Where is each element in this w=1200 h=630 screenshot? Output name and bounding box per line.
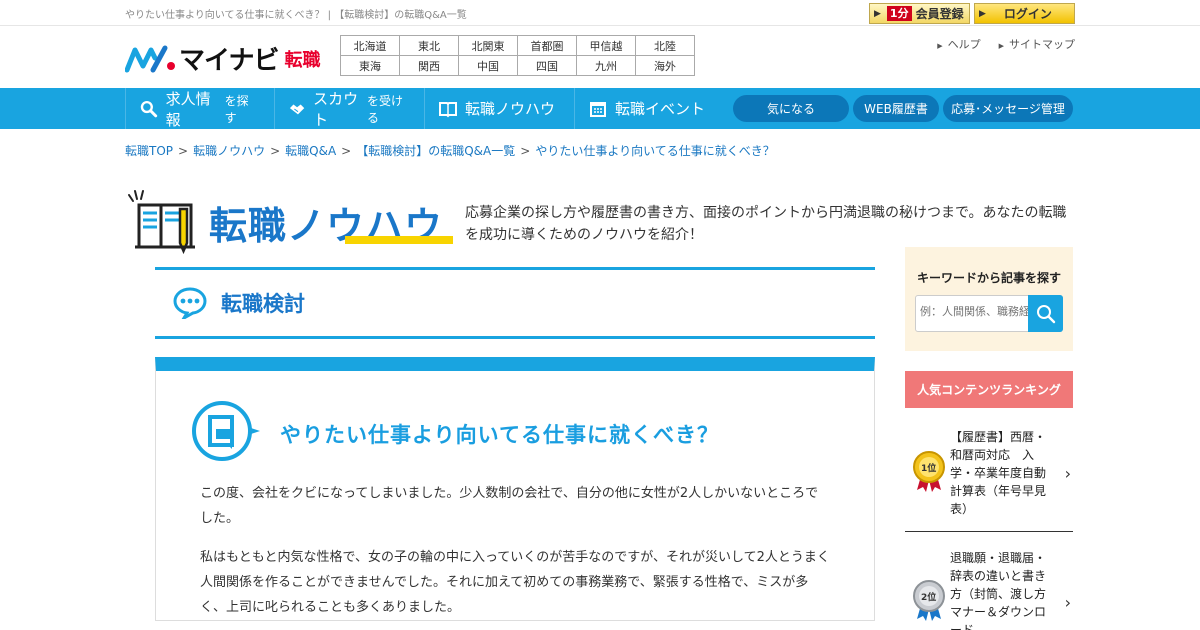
breadcrumb-link[interactable]: 転職Q&A	[285, 144, 336, 158]
login-button[interactable]: ▶ ログイン	[974, 3, 1075, 24]
search-icon	[140, 100, 158, 117]
page-description: やりたい仕事より向いてる仕事に就くべき？ | 【転職検討】の転職Q&A一覧	[125, 10, 467, 21]
login-label: ログイン	[1003, 7, 1052, 21]
search-title: キーワードから記事を探す	[916, 271, 1061, 285]
triangle-right-icon: ▶	[937, 42, 943, 50]
region-link[interactable]: 北海道	[340, 35, 400, 56]
triangle-right-icon: ▶	[998, 42, 1004, 50]
web-resume-button[interactable]: WEB履歴書	[853, 95, 939, 122]
ranking-text: 【履歴書】西暦・和暦両対応 入学・卒業年度自動計算表（年号早見表）	[950, 430, 1047, 516]
body-paragraph: この度、会社をクビになってしまいました。少人数制の会社で、自分の他に女性が2人し…	[200, 486, 819, 526]
application-manage-button[interactable]: 応募･メッセージ管理	[943, 95, 1073, 122]
ranking-item[interactable]: 2位 退職願・退職届・辞表の違いと書き方（封筒、渡し方マナー＆ダウンロード ›	[905, 545, 1073, 630]
nav-label-small: を探す	[224, 93, 249, 125]
region-link[interactable]: 関西	[399, 55, 459, 76]
nav-label-small: を受ける	[366, 93, 403, 125]
help-label: ヘルプ	[947, 38, 981, 51]
region-link[interactable]: 海外	[635, 55, 695, 76]
breadcrumb-link[interactable]: 転職TOP	[125, 144, 173, 158]
question-document-icon	[192, 401, 260, 461]
nav-label: 転職イベント	[615, 100, 706, 118]
breadcrumb: 転職TOP > 転職ノウハウ > 転職Q&A > 【転職検討】の転職Q&A一覧 > やりたい仕事…	[125, 142, 1075, 159]
region-link[interactable]: 北関東	[458, 35, 518, 56]
ranking-item[interactable]: 1位 【履歴書】西暦・和暦両対応 入学・卒業年度自動計算表（年号早見表） ›	[905, 424, 1073, 524]
region-link[interactable]: 東海	[340, 55, 400, 76]
register-button[interactable]: ▶ 1分 会員登録	[869, 3, 970, 24]
rank-number: 2位	[921, 593, 937, 603]
region-link[interactable]: 九州	[576, 55, 636, 76]
question-article: やりたい仕事より向いてる仕事に就くべき？ この度、会社をクビになってしまいました…	[155, 357, 875, 621]
breadcrumb-separator: >	[520, 144, 531, 158]
question-title: やりたい仕事より向いてる仕事に就くべき？	[280, 423, 719, 447]
region-link[interactable]: 四国	[517, 55, 577, 76]
breadcrumb-separator: >	[178, 144, 189, 158]
help-link[interactable]: ▶ ヘルプ	[937, 36, 980, 52]
calendar-icon	[590, 101, 606, 117]
region-link[interactable]: 首都圏	[517, 35, 577, 56]
sitemap-label: サイトマップ	[1009, 38, 1075, 51]
title-underline-icon	[345, 236, 453, 244]
region-table: 北海道 東北 北関東 首都圏 甲信越 北陸 東海 関西 中国 四国 九州 海外	[340, 35, 695, 76]
top-strip: やりたい仕事より向いてる仕事に就くべき？ | 【転職検討】の転職Q&A一覧 ▶ …	[0, 0, 1200, 26]
region-link[interactable]: 北陸	[635, 35, 695, 56]
logo-brand: マイナビ	[179, 46, 279, 76]
region-link[interactable]: 東北	[399, 35, 459, 56]
search-button[interactable]	[1028, 295, 1063, 332]
chevron-right-icon: ▶	[874, 8, 881, 19]
breadcrumb-current[interactable]: やりたい仕事より向いてる仕事に就くべき？	[535, 144, 774, 158]
body-paragraph: 私はもともと内気な性格で、女の子の輪の中に入っていくのが苦手なのですが、それが災…	[200, 550, 830, 615]
ranking-divider	[905, 531, 1073, 532]
category-name: 転職検討	[221, 292, 305, 316]
book-icon	[439, 101, 457, 117]
nav-scout[interactable]: スカウト を受ける	[274, 88, 424, 129]
category-header: 転職検討	[155, 267, 875, 339]
nav-label: スカウト	[313, 89, 359, 129]
rank-number: 1位	[921, 464, 937, 474]
nav-label: 転職ノウハウ	[465, 100, 556, 118]
open-book-pencil-icon	[128, 190, 195, 255]
chevron-right-icon: ›	[1064, 593, 1071, 612]
mynavi-logo[interactable]: マイナビ 転職	[125, 40, 320, 77]
breadcrumb-separator: >	[341, 144, 352, 158]
chevron-right-icon: ›	[1064, 464, 1071, 483]
sitemap-link[interactable]: ▶ サイトマップ	[999, 36, 1075, 52]
nav-knowhow[interactable]: 転職ノウハウ	[424, 88, 574, 129]
search-field	[915, 295, 1063, 332]
register-label: 会員登録	[915, 7, 964, 21]
breadcrumb-link[interactable]: 【転職検討】の転職Q&A一覧	[356, 144, 515, 158]
global-nav: 求人情報 を探す スカウト を受ける 転職ノウハウ 転職イベント 気になる WEB履…	[0, 88, 1200, 129]
site-header: マイナビ 転職 北海道 東北 北関東 首都圏 甲信越 北陸 東海 関西 中国 四…	[0, 26, 1200, 88]
question-body: この度、会社をクビになってしまいました。少人数制の会社で、自分の他に女性が2人し…	[200, 481, 830, 630]
member-badge: 1分	[886, 6, 912, 21]
nav-job-search[interactable]: 求人情報 を探す	[125, 88, 274, 129]
keyword-search-panel: キーワードから記事を探す	[905, 247, 1073, 351]
region-link[interactable]: 甲信越	[576, 35, 636, 56]
favorites-button[interactable]: 気になる	[733, 95, 849, 122]
breadcrumb-separator: >	[270, 144, 281, 158]
ranking-header: 人気コンテンツランキング	[905, 371, 1073, 408]
breadcrumb-link[interactable]: 転職ノウハウ	[193, 144, 265, 158]
speech-bubble-icon	[173, 287, 207, 319]
nav-label: 求人情報	[165, 89, 211, 129]
logo-mark-icon	[125, 45, 175, 72]
region-link[interactable]: 中国	[458, 55, 518, 76]
logo-tenshoku: 転職	[284, 49, 321, 71]
search-input[interactable]	[920, 305, 1030, 318]
section-header: 転職ノウハウ 応募企業の探し方や履歴書の書き方、面接のポイントから円満退職の秘け…	[125, 159, 1075, 259]
ranking-text: 退職願・退職届・辞表の違いと書き方（封筒、渡し方マナー＆ダウンロード	[950, 551, 1047, 630]
search-icon	[1036, 304, 1055, 323]
chevron-right-icon: ▶	[979, 8, 986, 19]
nav-event[interactable]: 転職イベント	[574, 88, 725, 129]
section-lead: 応募企業の探し方や履歴書の書き方、面接のポイントから円満退職の秘けつまで。あなた…	[465, 205, 1067, 243]
handshake-icon	[289, 104, 305, 114]
